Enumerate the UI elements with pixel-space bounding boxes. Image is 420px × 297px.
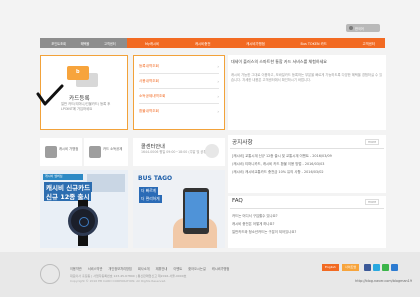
nav-point[interactable]: 포인트조회 — [51, 41, 66, 46]
copyright: Copyright © 2016 EB CARD CORPORATION. Al… — [70, 279, 167, 283]
footer-link[interactable]: 회사소개 — [138, 266, 150, 271]
faq-item[interactable]: 카드는 어디서 구입할수 있나요? — [232, 213, 278, 218]
footer-link[interactable]: 이용약관 — [70, 266, 82, 271]
bus-tag1: 더 빠르게 — [139, 187, 159, 195]
watermark-url: http://blog.naver.com/blogman19 — [355, 279, 412, 283]
quick-merchant[interactable]: 캐시비 가맹점 — [40, 138, 82, 166]
bus-tag2: 더 편리하게 — [139, 195, 162, 203]
card-register-desc: 일반 카드(티머니/선불카드) 등록 후 LPOINT에 가입하세요 — [61, 102, 111, 111]
faq-more-button[interactable]: more — [365, 199, 380, 205]
company-info: 대표이사 홍길동 | 사업자등록번호 123-45-67890 | 통신판매업신… — [70, 274, 187, 278]
chevron-right-icon: › — [217, 93, 219, 99]
faq-item[interactable]: 캐시비 충전은 어떻게 하나요? — [232, 221, 274, 226]
document-icon — [89, 146, 101, 158]
store-icon — [45, 146, 57, 158]
kakao-icon[interactable] — [391, 264, 398, 271]
utility-nav: 포인트조회 혜택몰 고객센터 — [40, 38, 127, 48]
main-nav: 포인트조회 혜택몰 고객센터 My캐시비 캐시비충전 캐시비가맹점 Bus TO… — [40, 38, 385, 48]
menu-item-tax[interactable]: 소득공제내역조회 › — [139, 89, 219, 104]
footer: 이용약관 서비스약관 개인정보처리방침 회사소개 제휴안내 이벤트 찾아오시는길… — [0, 252, 420, 297]
footer-link[interactable]: 이벤트 — [173, 266, 182, 271]
notice-more-button[interactable]: more — [365, 139, 380, 145]
nav-support[interactable]: 고객센터 — [104, 41, 116, 46]
footer-link[interactable]: 캐시비가맹점 — [212, 266, 230, 271]
nav-bus-token[interactable]: Bus TOKEN 카드 — [301, 41, 327, 46]
faq-title: FAQ — [232, 198, 243, 204]
promo-strip — [87, 174, 125, 192]
twitter-icon[interactable] — [373, 264, 380, 271]
blog-icon[interactable] — [382, 264, 389, 271]
menu-item-label: 등록내역조회 — [139, 63, 159, 68]
phone-image — [183, 188, 209, 234]
language-button[interactable]: 한국어 — [346, 24, 380, 32]
divider — [230, 208, 384, 209]
nav-charge[interactable]: 캐시비충전 — [195, 41, 211, 46]
quick-label: 캐시비 가맹점 — [59, 147, 79, 151]
menu-item-label: 환불내역조회 — [139, 109, 159, 113]
company-logo — [40, 264, 60, 284]
faq-item[interactable]: 일반카드와 청소년카드는 구분이 되어있나요? — [232, 229, 296, 234]
language-label: 한국어 — [355, 26, 364, 31]
promo-head: 캐시비 멤버십 — [43, 174, 83, 180]
chevron-right-icon: › — [217, 109, 219, 114]
nav-customer[interactable]: 고객센터 — [362, 41, 374, 46]
quick-tax[interactable]: 카드 소득공제 — [84, 138, 128, 166]
call-center-title: 콜센터안내 — [141, 144, 165, 150]
card-register-title: 카드등록 — [69, 96, 90, 102]
card-logo-letter: b — [76, 69, 80, 75]
notice-item[interactable]: (캐시비) 캐시비교통카드 충전금 10% 유의 사항 - 2016/03/02 — [232, 169, 324, 174]
menu-item-register[interactable]: 등록내역조회 › — [139, 59, 219, 74]
intro-headline: 대세이 플러스의 스마트한 통합 카드 서비스를 체험하세요 — [231, 59, 327, 64]
lookup-menu: 등록내역조회 › 사용내역조회 › 소득공제내역조회 › 환불내역조회 › — [133, 55, 225, 130]
chevron-right-icon: › — [217, 78, 219, 84]
quick-label: 카드 소득공제 — [103, 147, 123, 151]
footer-link[interactable]: 서비스약관 — [88, 266, 103, 271]
check-mark-icon — [36, 84, 64, 106]
nav-my-cashbee[interactable]: My캐시비 — [145, 41, 159, 46]
facebook-icon[interactable] — [364, 264, 371, 271]
service-intro: 대세이 플러스의 스마트한 통합 카드 서비스를 체험하세요 캐시비 가능한 그… — [228, 55, 386, 130]
menu-item-label: 소득공제내역조회 — [139, 93, 166, 98]
footer-link[interactable]: 찾아오시는길 — [188, 266, 206, 271]
menu-item-usage[interactable]: 사용내역조회 › — [139, 74, 219, 89]
nav-mall[interactable]: 혜택몰 — [81, 41, 90, 46]
chevron-right-icon: › — [217, 63, 219, 69]
watch-image — [68, 206, 98, 236]
headset-icon — [205, 144, 219, 158]
bus-tago-banner[interactable]: BUS TAGO 더 빠르게 더 편리하게 — [133, 170, 225, 248]
globe-icon — [349, 26, 353, 30]
card-icon: b — [67, 66, 99, 88]
footer-link[interactable]: 제휴안내 — [156, 266, 168, 271]
nav-merchant[interactable]: 캐시비가맹점 — [246, 41, 265, 46]
call-center: 콜센터안내 1644-0006 평일 09:00~18:00 (주말 및 공휴일… — [133, 138, 225, 166]
english-button[interactable]: English — [322, 264, 339, 271]
footer-link[interactable]: 개인정보처리방침 — [108, 266, 131, 271]
notice-title: 공지사항 — [232, 140, 253, 146]
menu-item-label: 사용내역조회 — [139, 78, 159, 83]
top-bar: 한국어 — [0, 0, 420, 34]
primary-nav: My캐시비 캐시비충전 캐시비가맹점 Bus TOKEN 카드 고객센터 — [127, 38, 385, 48]
bus-tago-logo: BUS TAGO — [138, 175, 173, 182]
divider — [230, 148, 384, 149]
notice-item[interactable]: (캐시비) 티머니카드, 캐시비 카드 환불 이용 방법 - 2016/03/0… — [232, 161, 324, 166]
sitemap-button[interactable]: 사이트맵 — [342, 264, 360, 271]
intro-body: 캐시비 가능한 그대로 이용하고, 모바일카드 등록하는 부분을 빠르게 가능하… — [231, 73, 383, 82]
watch-promo-banner[interactable]: 캐시비 멤버십 캐시비 신규카드 신규 12종 출시 — [40, 170, 128, 248]
notice-item[interactable]: [캐시비] 교통시계 신규 12종 출시 및 교통시계 이벤트 - 2016/0… — [232, 153, 332, 158]
menu-item-refund[interactable]: 환불내역조회 › — [139, 104, 219, 119]
footer-links: 이용약관 서비스약관 개인정보처리방침 회사소개 제휴안내 이벤트 찾아오시는길… — [70, 266, 229, 271]
